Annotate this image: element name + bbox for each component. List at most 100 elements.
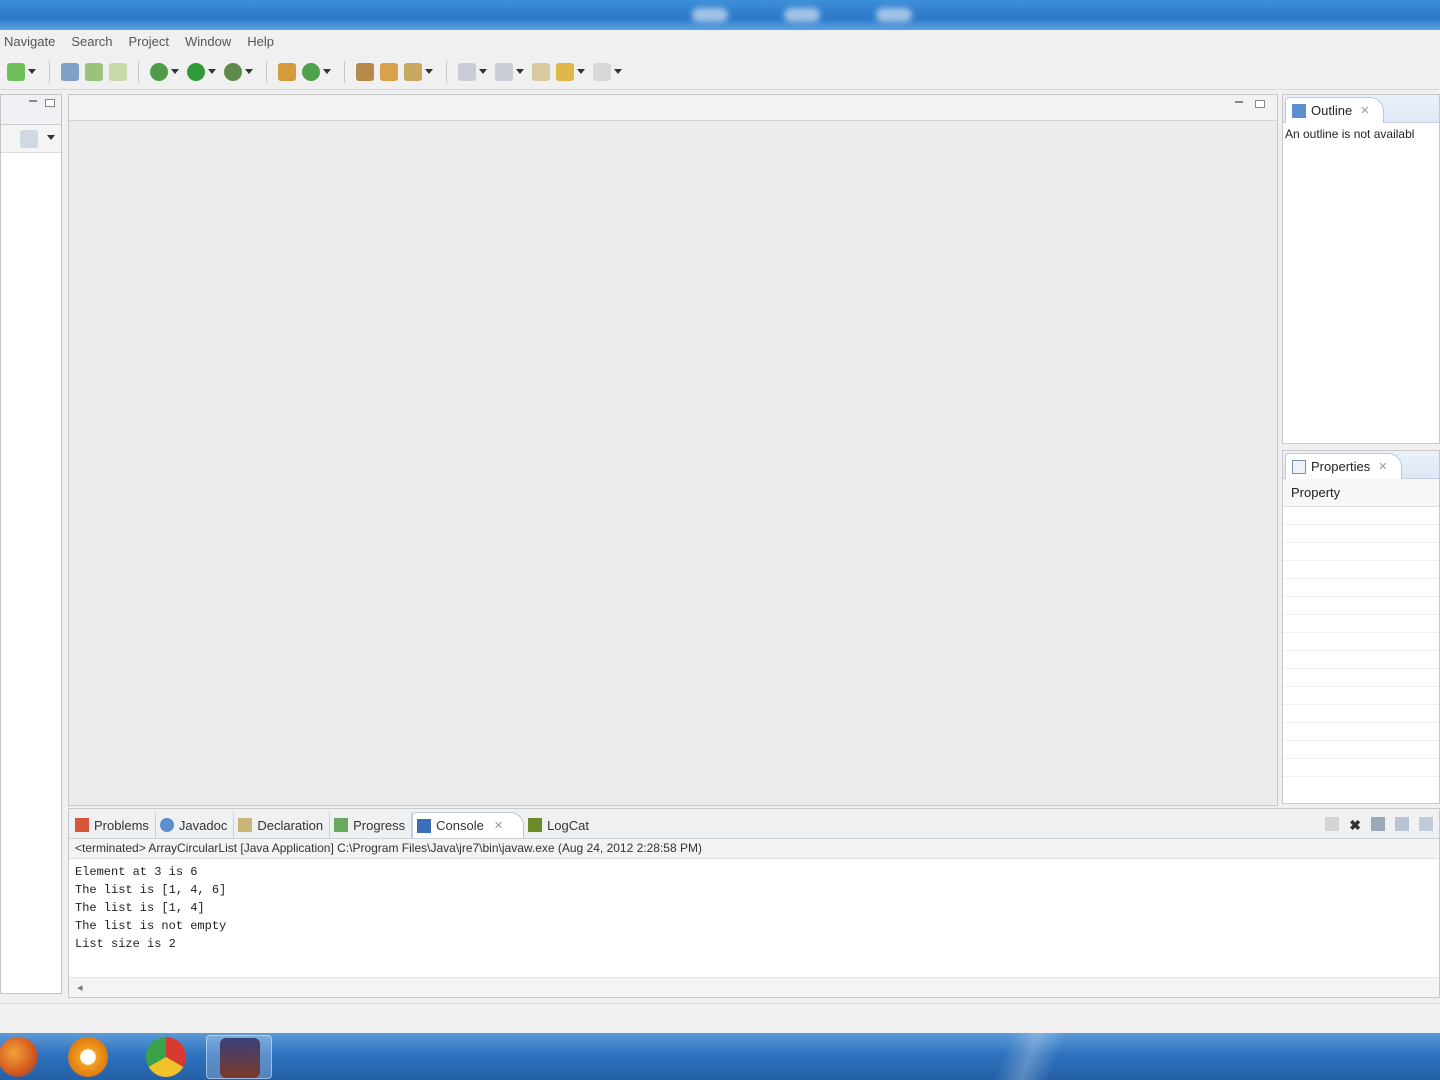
javadoc-icon: [159, 818, 174, 832]
table-row: [1283, 723, 1439, 741]
toolbar-separator: [138, 60, 139, 83]
new-class-icon[interactable]: [302, 62, 320, 81]
problems-icon: [75, 818, 89, 832]
maximize-icon[interactable]: [45, 99, 55, 107]
chevron-down-icon[interactable]: [479, 69, 487, 74]
close-icon[interactable]: ✕: [1360, 104, 1369, 117]
remove-launch-icon[interactable]: ✖: [1349, 817, 1361, 833]
toolbar-separator: [266, 60, 267, 83]
chevron-down-icon[interactable]: [614, 69, 622, 74]
remove-all-terminated-icon[interactable]: [1371, 817, 1385, 831]
new-wizard-icon[interactable]: [85, 62, 103, 81]
tab-console[interactable]: Console ✕: [412, 812, 525, 838]
run-icon[interactable]: [187, 62, 205, 81]
outline-tab-label: Outline: [1311, 103, 1353, 118]
toolbar-separator: [49, 60, 50, 83]
annotation-prev-icon[interactable]: [495, 62, 513, 81]
chevron-down-icon[interactable]: [516, 69, 524, 74]
menu-item-search[interactable]: Search: [63, 34, 120, 49]
firefox-icon[interactable]: [0, 1037, 38, 1077]
tab-label: Javadoc: [178, 817, 228, 833]
eclipse-window: Navigate Search Project Window Help Outl…: [0, 30, 1440, 1033]
tab-label: Console: [436, 818, 484, 833]
window-title-bar: [0, 0, 1440, 30]
console-icon: [417, 818, 432, 833]
tab-label: LogCat: [547, 817, 589, 833]
media-player-icon[interactable]: [68, 1037, 108, 1077]
tab-outline[interactable]: Outline ✕: [1285, 97, 1385, 123]
tab-label: Problems: [94, 817, 149, 833]
terminate-icon[interactable]: [1325, 817, 1340, 831]
table-row: [1283, 705, 1439, 723]
minimize-icon[interactable]: [1235, 101, 1243, 103]
toolbar-separator: [344, 60, 345, 83]
properties-tab-label: Properties: [1311, 459, 1371, 474]
debug-icon[interactable]: [150, 62, 168, 81]
active-task-button[interactable]: [206, 1035, 272, 1079]
table-row: [1283, 615, 1439, 633]
last-edit-icon[interactable]: [532, 62, 550, 81]
tab-progress[interactable]: Progress: [330, 812, 413, 838]
title-glow: [876, 8, 912, 22]
view-menu-icon[interactable]: [47, 135, 55, 140]
save-icon[interactable]: [109, 62, 127, 81]
open-type-icon[interactable]: [61, 62, 79, 81]
outline-message: An outline is not availabl: [1285, 127, 1415, 141]
close-icon[interactable]: ✕: [1378, 460, 1387, 473]
maximize-icon[interactable]: [1255, 100, 1265, 108]
annotation-next-icon[interactable]: [458, 62, 476, 81]
table-row: [1283, 525, 1439, 543]
search-icon[interactable]: [404, 62, 422, 81]
console-launch-description: <terminated> ArrayCircularList [Java App…: [69, 839, 1439, 859]
tab-javadoc[interactable]: Javadoc: [156, 812, 235, 838]
chevron-down-icon[interactable]: [28, 69, 36, 74]
package-explorer-header: [1, 95, 61, 125]
table-row: [1283, 687, 1439, 705]
collapse-all-icon[interactable]: [20, 130, 38, 148]
console-output[interactable]: Element at 3 is 6 The list is [1, 4, 6] …: [69, 859, 1439, 957]
external-tools-icon[interactable]: [224, 62, 242, 81]
table-row: [1283, 759, 1439, 777]
chevron-down-icon[interactable]: [208, 69, 216, 74]
menu-item-navigate[interactable]: Navigate: [0, 34, 63, 49]
chevron-down-icon[interactable]: [425, 69, 433, 74]
scroll-left-icon[interactable]: ◂: [77, 981, 83, 994]
bottom-tab-strip: Problems Javadoc Declaration Progress Co…: [69, 809, 1439, 839]
chevron-down-icon[interactable]: [323, 69, 331, 74]
chevron-down-icon[interactable]: [245, 69, 253, 74]
tab-declaration[interactable]: Declaration: [234, 812, 331, 838]
close-icon[interactable]: ✕: [494, 819, 503, 832]
open-resource-icon[interactable]: [380, 62, 398, 81]
chevron-down-icon[interactable]: [577, 69, 585, 74]
declaration-icon: [238, 818, 253, 832]
logcat-icon: [528, 818, 543, 832]
console-line: List size is 2: [75, 937, 176, 951]
progress-icon: [334, 818, 349, 832]
display-console-icon[interactable]: [1419, 817, 1433, 831]
minimize-icon[interactable]: [29, 100, 37, 102]
menu-item-window[interactable]: Window: [177, 34, 239, 49]
menu-item-project[interactable]: Project: [121, 34, 177, 49]
properties-icon: [1292, 459, 1306, 474]
pin-console-icon[interactable]: [1395, 817, 1409, 831]
chrome-icon[interactable]: [146, 1037, 186, 1077]
horizontal-scrollbar[interactable]: ◂: [69, 977, 1439, 997]
tab-properties[interactable]: Properties ✕: [1285, 453, 1403, 479]
new-java-project-icon[interactable]: [278, 62, 296, 81]
package-explorer-toolbar: [1, 125, 61, 153]
tab-label: Declaration: [257, 817, 324, 833]
checkmark-icon[interactable]: [7, 62, 25, 81]
open-task-icon[interactable]: [356, 62, 374, 81]
forward-icon[interactable]: [593, 62, 611, 81]
chevron-down-icon[interactable]: [171, 69, 179, 74]
tab-problems[interactable]: Problems: [71, 812, 156, 838]
outline-tabbar: Outline ✕: [1283, 95, 1439, 123]
editor-area: [68, 94, 1278, 806]
back-icon[interactable]: [556, 62, 574, 81]
menu-item-help[interactable]: Help: [239, 34, 282, 49]
toolbar-separator: [446, 60, 447, 83]
tab-logcat[interactable]: LogCat: [524, 812, 595, 838]
table-row: [1283, 651, 1439, 669]
menu-bar: Navigate Search Project Window Help: [0, 30, 1440, 52]
console-actions: ✖: [1325, 817, 1433, 833]
